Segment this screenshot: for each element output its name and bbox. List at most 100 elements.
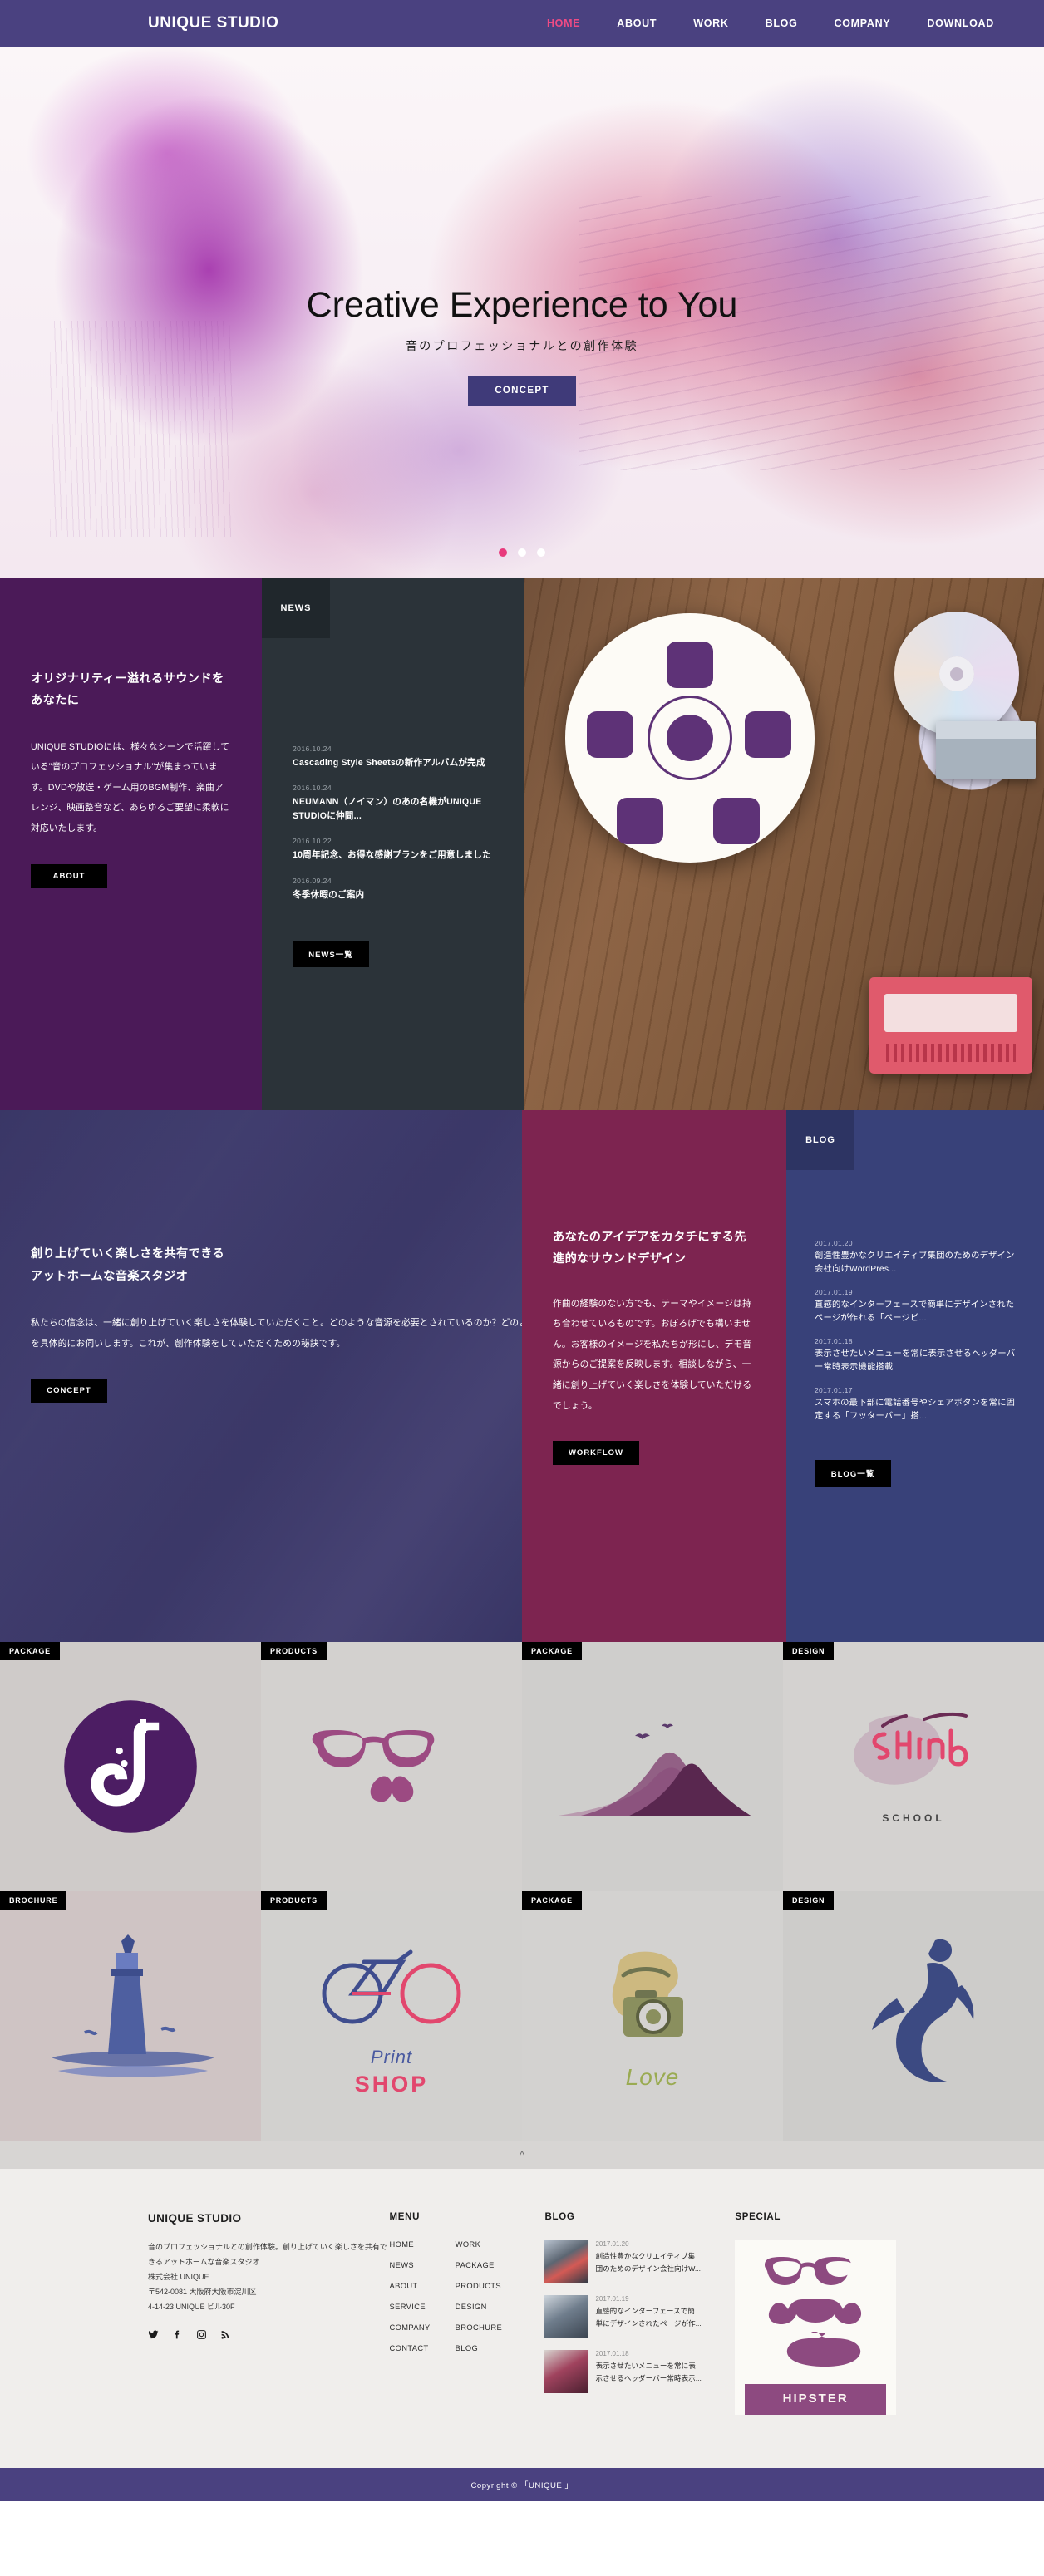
list-item[interactable]: 2017.01.19 直感的なインターフェースで簡単にデザインされたページが作.…	[544, 2295, 702, 2338]
shinobu-ninja-script-illustration	[854, 1712, 968, 1785]
list-item[interactable]: 2017.01.17 スマホの最下部に電話番号やシェアボタンを常に固定する「フッ…	[815, 1386, 1016, 1423]
blog-tab-label: BLOG	[786, 1110, 854, 1170]
footer-blog-date: 2017.01.18	[595, 2350, 629, 2357]
slider-dots	[0, 548, 1044, 557]
concept-workflow-blog-band: 創り上げていく楽しさを共有できる アットホームな音楽スタジオ 私たちの信念は、一…	[0, 1110, 1044, 1642]
footer-link-products[interactable]: PRODUCTS	[456, 2282, 502, 2290]
facebook-icon[interactable]	[172, 2329, 183, 2340]
footer-link-work[interactable]: WORK	[456, 2240, 502, 2249]
gallery-item-8[interactable]: DESIGN	[783, 1891, 1044, 2141]
nav-item-blog[interactable]: BLOG	[766, 17, 798, 29]
footer-link-blog[interactable]: BLOG	[456, 2344, 502, 2352]
footer-link-package[interactable]: PACKAGE	[456, 2261, 502, 2269]
footer-blog-column: BLOG 2017.01.20 創造性豊かなクリエイティブ集団のためのデザイン会…	[544, 2212, 702, 2415]
hipster-glasses-mustache-illustration	[312, 1730, 434, 1802]
slider-dot-2[interactable]	[518, 548, 526, 557]
chevron-up-icon: ^	[519, 2148, 525, 2161]
mountain-landscape-illustration	[553, 1723, 752, 1816]
news-title: NEUMANN（ノイマン）のあの名機がUNIQUE STUDIOに仲間...	[293, 797, 482, 821]
list-item[interactable]: 2016.10.24 Cascading Style Sheetsの新作アルバム…	[293, 745, 493, 769]
about-body: UNIQUE STUDIOには、様々なシーンで活躍している"音のプロフェッショナ…	[31, 741, 230, 833]
gallery-tag: PRODUCTS	[261, 1891, 327, 1910]
workflow-body: 作曲の経験のない方でも、テーマやイメージは持ち合わせているものです。おぼろげでも…	[553, 1298, 752, 1411]
gallery-item-5[interactable]: BROCHURE	[0, 1891, 261, 2141]
list-item[interactable]: 2017.01.19 直感的なインターフェースで簡単にデザインされたページが作れ…	[815, 1288, 1016, 1325]
studio-equipment-photo	[524, 578, 1044, 1110]
about-panel: オリジナリティー溢れるサウンドをあなたに UNIQUE STUDIOには、様々な…	[0, 578, 262, 1110]
news-panel: NEWS 2016.10.24 Cascading Style Sheetsの新…	[262, 578, 524, 1110]
list-item[interactable]: 2017.01.18 表示させたいメニューを常に表示させるヘッダーバー常時表示機…	[815, 1337, 1016, 1374]
blog-thumbnail	[544, 2295, 588, 2338]
love-script-text: Love	[625, 2063, 680, 2090]
scroll-to-top-button[interactable]: ^	[0, 2141, 1044, 2169]
gallery-item-2[interactable]: PRODUCTS	[261, 1642, 522, 1891]
footer-link-home[interactable]: HOME	[390, 2240, 431, 2249]
footer-link-company[interactable]: COMPANY	[390, 2323, 431, 2332]
footer-link-news[interactable]: NEWS	[390, 2261, 431, 2269]
slider-dot-3[interactable]	[537, 548, 545, 557]
concept-panel: 創り上げていく楽しさを共有できる アットホームな音楽スタジオ 私たちの信念は、一…	[0, 1110, 522, 1642]
footer-link-design[interactable]: DESIGN	[456, 2303, 502, 2311]
footer-link-service[interactable]: SERVICE	[390, 2303, 431, 2311]
reel-slot	[745, 711, 791, 758]
work-gallery: PACKAGE PRODUCTS PACKAGE DESIGN SCHOOL B…	[0, 1642, 1044, 2141]
footer-blog-title: 創造性豊かなクリエイティブ集団のためのデザイン会社向けW...	[595, 2252, 702, 2274]
twitter-icon[interactable]	[148, 2329, 159, 2340]
workflow-heading: あなたのアイデアをカタチにする先進的なサウンドデザイン	[553, 1231, 746, 1266]
gallery-item-4[interactable]: DESIGN SCHOOL	[783, 1642, 1044, 1891]
mustache-icon	[769, 2299, 862, 2324]
blog-thumbnail	[544, 2240, 588, 2283]
news-date: 2016.10.24	[293, 745, 332, 753]
site-header: UNIQUE STUDIO HOME ABOUT WORK BLOG COMPA…	[0, 0, 1044, 47]
nav-item-home[interactable]: HOME	[547, 17, 580, 29]
copyright-bar: Copyright © 「UNIQUE 」	[0, 2468, 1044, 2501]
slider-dot-1[interactable]	[499, 548, 507, 557]
about-button[interactable]: ABOUT	[31, 863, 107, 888]
footer-menu-heading: MENU	[389, 2212, 421, 2222]
hero-concept-button[interactable]: CONCEPT	[468, 376, 576, 406]
footer-menu-column: MENU HOME NEWS ABOUT SERVICE COMPANY CON…	[390, 2212, 519, 2415]
site-brand[interactable]: UNIQUE STUDIO	[148, 14, 278, 32]
list-item[interactable]: 2016.10.22 10周年記念、お得な感謝プランをご用意しました	[293, 837, 493, 862]
gallery-tag: DESIGN	[783, 1642, 835, 1660]
gallery-item-1[interactable]: PACKAGE	[0, 1642, 261, 1891]
list-item[interactable]: 2017.01.20 創造性豊かなクリエイティブ集団のためのデザイン会社向けWo…	[815, 1239, 1016, 1276]
footer-blog-date: 2017.01.20	[595, 2240, 629, 2248]
print-shop-bicycle-illustration	[322, 1949, 461, 2023]
concept-body: 私たちの信念は、一緒に創り上げていく楽しさを体験していただくこと。どのような音源…	[31, 1317, 522, 1349]
saxophone-circle-illustration	[64, 1700, 197, 1833]
gallery-item-7[interactable]: PACKAGE Love	[522, 1891, 783, 2141]
special-banner-card[interactable]: HIPSTER	[735, 2240, 897, 2415]
concept-button[interactable]: CONCEPT	[31, 1379, 107, 1404]
gallery-item-6[interactable]: PRODUCTS Print SHOP	[261, 1891, 522, 2141]
list-item[interactable]: 2017.01.20 創造性豊かなクリエイティブ集団のためのデザイン会社向けW.…	[544, 2240, 702, 2283]
nav-item-work[interactable]: WORK	[693, 17, 728, 29]
lighthouse-illustration	[52, 1934, 214, 2077]
news-title: Cascading Style Sheetsの新作アルバムが完成	[293, 758, 485, 768]
footer-about-column: UNIQUE STUDIO 音のプロフェッショナルとの創作体験。創り上げていく楽…	[148, 2212, 390, 2415]
nav-item-download[interactable]: DOWNLOAD	[927, 17, 994, 29]
footer-blog-heading: BLOG	[544, 2212, 575, 2222]
list-item[interactable]: 2017.01.18 表示させたいメニューを常に表示させるヘッダーバー常時表示.…	[544, 2350, 702, 2393]
nav-item-company[interactable]: COMPANY	[835, 17, 891, 29]
hero-content: Creative Experience to You 音のプロフェッショナルとの…	[0, 47, 1044, 406]
beard-icon	[787, 2332, 861, 2367]
footer-link-about[interactable]: ABOUT	[390, 2282, 431, 2290]
concept-heading-line2: アットホームな音楽スタジオ	[31, 1269, 189, 1283]
gallery-item-3[interactable]: PACKAGE	[522, 1642, 783, 1891]
list-item[interactable]: 2016.10.24 NEUMANN（ノイマン）のあの名機がUNIQUE STU…	[293, 784, 493, 823]
footer-link-contact[interactable]: CONTACT	[390, 2344, 431, 2352]
reel-slot	[713, 798, 760, 844]
instagram-icon[interactable]	[196, 2329, 207, 2340]
blog-date: 2017.01.17	[815, 1385, 853, 1394]
print-script-text: Print	[370, 2046, 413, 2067]
list-item[interactable]: 2016.09.24 冬季休暇のご案内	[293, 877, 493, 902]
rss-icon[interactable]	[220, 2329, 231, 2340]
blog-archive-button[interactable]: BLOG一覧	[815, 1459, 891, 1487]
workflow-button[interactable]: WORKFLOW	[553, 1441, 639, 1466]
news-archive-button[interactable]: NEWS一覧	[293, 941, 369, 968]
nav-item-about[interactable]: ABOUT	[617, 17, 657, 29]
footer-special-column: SPECIAL HIPSTER	[735, 2212, 897, 2415]
blog-panel: BLOG 2017.01.20 創造性豊かなクリエイティブ集団のためのデザイン会…	[784, 1110, 1044, 1642]
footer-link-brochure[interactable]: BROCHURE	[456, 2323, 502, 2332]
